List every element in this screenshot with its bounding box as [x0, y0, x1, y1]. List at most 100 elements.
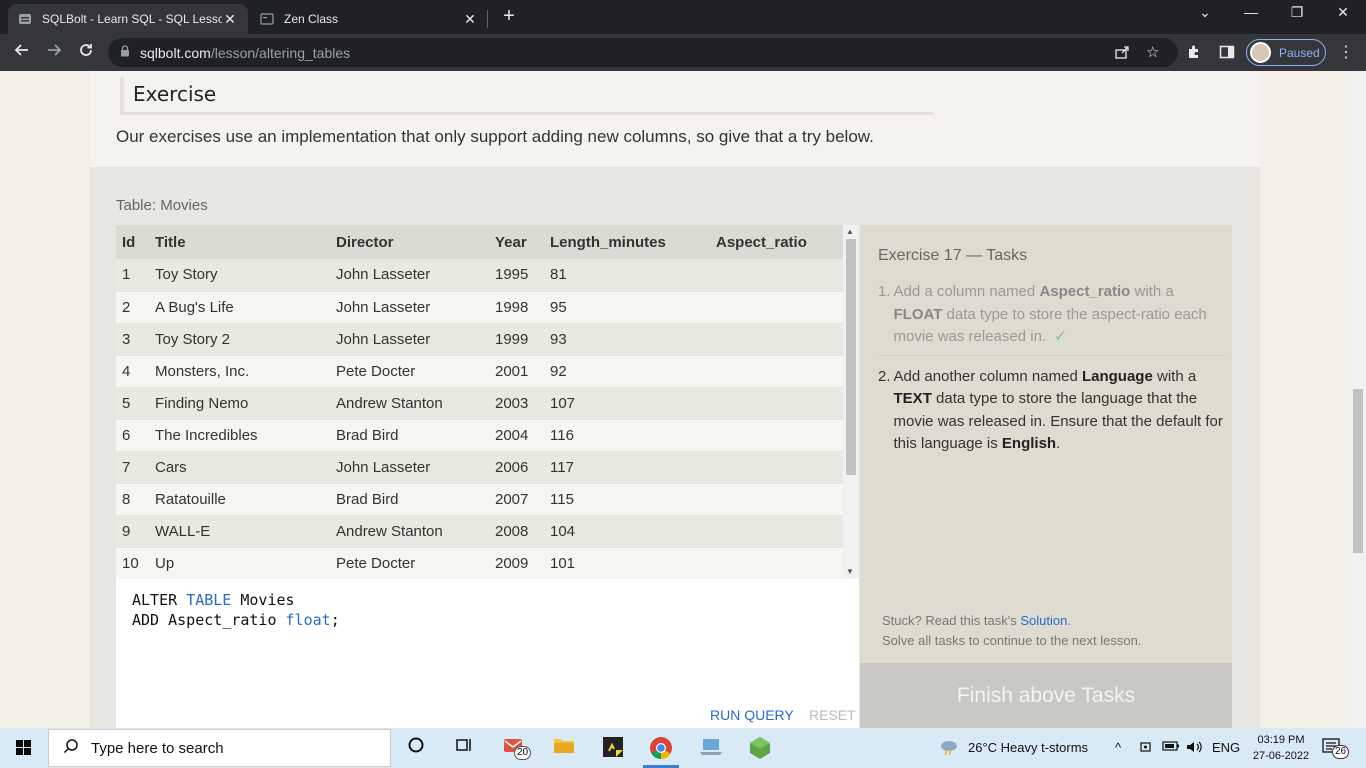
column-header: Length_minutes	[544, 225, 710, 259]
table-cell: 9	[116, 515, 149, 548]
restore-button[interactable]: ❐	[1282, 4, 1312, 21]
finish-tasks-button[interactable]: Finish above Tasks	[860, 663, 1232, 728]
cortana-circle-icon[interactable]	[404, 736, 428, 760]
table-cell: 8	[116, 483, 149, 516]
table-cell: 1998	[489, 291, 544, 324]
clock-time: 03:19 PM	[1257, 734, 1305, 746]
solution-link[interactable]: Solution	[1020, 613, 1067, 628]
table-cell: John Lasseter	[330, 291, 489, 324]
table-cell	[710, 547, 843, 579]
table-header-row: Id Title Director Year Length_minutes As…	[116, 225, 843, 259]
extensions-puzzle-icon[interactable]	[1186, 44, 1202, 64]
forward-button[interactable]	[42, 41, 66, 65]
search-icon	[63, 738, 79, 759]
clock-date: 27-06-2022	[1252, 750, 1310, 762]
table-cell: 115	[544, 483, 710, 516]
table-cell: WALL-E	[149, 515, 330, 548]
table-cell: 2006	[489, 451, 544, 484]
table-cell: 2008	[489, 515, 544, 548]
bookmark-star-icon[interactable]: ☆	[1146, 38, 1159, 67]
weather-text[interactable]: 26°C Heavy t-storms	[968, 740, 1088, 755]
chrome-icon[interactable]	[649, 736, 673, 760]
gmail-notifier-icon[interactable]: 20	[502, 736, 532, 760]
table-cell: 92	[544, 355, 710, 388]
search-placeholder: Type here to search	[91, 739, 224, 757]
table-cell: 10	[116, 547, 149, 579]
results-table-container: Id Title Director Year Length_minutes As…	[116, 225, 859, 579]
meet-now-icon[interactable]	[1138, 740, 1154, 757]
table-cell: 2001	[489, 355, 544, 388]
task-view-icon[interactable]	[452, 736, 476, 760]
input-language[interactable]: ENG	[1212, 740, 1240, 755]
table-cell: 81	[544, 259, 710, 292]
page-scrollbar-thumb[interactable]	[1353, 389, 1363, 553]
tab-separator	[487, 10, 488, 28]
exercise-panel: Table: Movies Id Title Director Year Len…	[90, 167, 1260, 728]
table-cell: 2007	[489, 483, 544, 516]
table-cell: 2004	[489, 419, 544, 452]
exercise-intro: Our exercises use an implementation that…	[116, 127, 874, 146]
reload-button[interactable]	[74, 41, 98, 65]
back-arrow-icon	[14, 44, 28, 56]
file-explorer-icon[interactable]	[552, 736, 576, 760]
close-tab-icon[interactable]: ✕	[222, 11, 238, 28]
task-list: 1. Add a column named Aspect_ratio with …	[878, 279, 1226, 462]
column-header: Year	[489, 225, 544, 259]
side-panel-icon[interactable]	[1219, 44, 1235, 64]
browser-menu-icon[interactable]: ⋮	[1338, 42, 1354, 62]
share-icon[interactable]	[1114, 38, 1130, 70]
close-tab-icon[interactable]: ✕	[462, 11, 478, 28]
table-cell	[710, 419, 843, 452]
notifications-icon[interactable]: 26	[1322, 737, 1350, 760]
address-bar[interactable]: sqlbolt.com /lesson/altering_tables ☆	[108, 38, 1178, 67]
windows-start-icon[interactable]	[16, 740, 32, 756]
table-cell: Pete Docter	[330, 355, 489, 388]
tab-search-icon[interactable]: ⌄	[1190, 4, 1220, 21]
lock-icon	[120, 45, 130, 60]
laptop-app-icon[interactable]	[699, 736, 723, 760]
table-scrollbar-thumb[interactable]	[846, 239, 856, 475]
browser-toolbar: sqlbolt.com /lesson/altering_tables ☆ Pa…	[0, 34, 1366, 71]
table-cell: 1999	[489, 323, 544, 356]
table-row: 1 Toy Story John Lasseter 1995 81	[116, 259, 843, 292]
tab-zen-class[interactable]: Zen Class ✕	[250, 4, 488, 34]
tab-title: SQLBolt - Learn SQL - SQL Lesso	[42, 12, 222, 26]
windows-taskbar: Type here to search 20 26°C Heavy t-stor…	[0, 728, 1366, 768]
tab-sqlbolt[interactable]: SQLBolt - Learn SQL - SQL Lesso ✕	[8, 4, 248, 34]
table-cell: 7	[116, 451, 149, 484]
run-query-button[interactable]: RUN QUERY	[710, 707, 794, 723]
exercise-heading: Exercise	[120, 77, 934, 115]
query-line: ADD Aspect_ratio float;	[132, 611, 340, 629]
scroll-up-icon[interactable]: ▲	[846, 227, 854, 236]
tasks-title: Exercise 17 — Tasks	[878, 247, 1028, 264]
column-header: Director	[330, 225, 489, 259]
show-hidden-icons-icon[interactable]: ^	[1115, 740, 1121, 755]
scroll-down-icon[interactable]: ▼	[846, 567, 854, 576]
table-cell: 2	[116, 291, 149, 324]
system-clock[interactable]: 03:19 PM 27-06-2022	[1250, 732, 1312, 764]
volume-icon[interactable]	[1186, 740, 1204, 757]
table-row: 5 Finding Nemo Andrew Stanton 2003 107	[116, 387, 843, 420]
node-app-icon[interactable]	[748, 736, 772, 760]
table-cell: 104	[544, 515, 710, 548]
new-tab-button[interactable]: +	[498, 6, 520, 28]
table-row: 6 The Incredibles Brad Bird 2004 116	[116, 419, 843, 452]
table-cell: The Incredibles	[149, 419, 330, 452]
back-button[interactable]	[10, 41, 34, 65]
reset-button[interactable]: RESET	[809, 707, 856, 723]
column-header: Aspect_ratio	[710, 225, 843, 259]
sticky-notes-icon[interactable]	[601, 736, 625, 760]
close-window-button[interactable]: ✕	[1328, 4, 1358, 21]
profile-button[interactable]: Paused	[1246, 39, 1326, 66]
column-header: Id	[116, 225, 149, 259]
table-cell: Up	[149, 547, 330, 579]
weather-icon[interactable]	[938, 738, 960, 759]
minimize-button[interactable]: —	[1236, 4, 1266, 20]
sql-query-editor[interactable]: ALTER TABLE Movies ADD Aspect_ratio floa…	[116, 579, 859, 728]
battery-icon[interactable]	[1162, 740, 1180, 755]
taskbar-search-box[interactable]: Type here to search	[48, 729, 391, 767]
table-cell	[710, 451, 843, 484]
table-cell	[710, 515, 843, 548]
tasks-panel: Exercise 17 — Tasks 1. Add a column name…	[860, 225, 1232, 728]
table-cell: Toy Story	[149, 259, 330, 292]
